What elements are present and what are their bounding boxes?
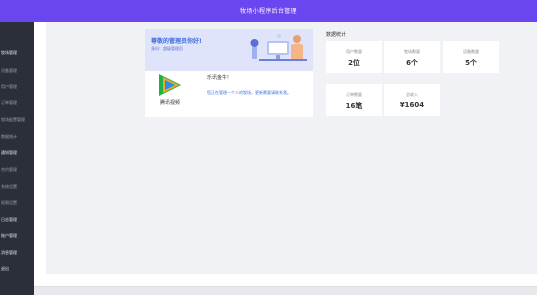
sidebar-item-6[interactable]: 通知管理 bbox=[0, 148, 34, 158]
plant-leaves bbox=[250, 39, 259, 47]
stat-value: 6个 bbox=[406, 59, 418, 67]
stat-value: 5个 bbox=[465, 59, 477, 67]
org-description: 您正在管理一个人的牧场，更新需要请联系我。 bbox=[207, 90, 291, 95]
stat-label: 用户数量 bbox=[346, 49, 362, 54]
stat-label: 设备数量 bbox=[463, 49, 479, 54]
sidebar-item-0[interactable]: 牧场管理 bbox=[0, 48, 34, 58]
welcome-banner: 尊敬的管理员你好! 身份：超级管理员 bbox=[145, 29, 313, 71]
desk-shape bbox=[259, 59, 307, 61]
sidebar-item-8[interactable]: 系统设置 bbox=[0, 182, 34, 192]
stat-card-devices[interactable]: 设备数量 5个 bbox=[443, 41, 499, 73]
stat-card-revenue[interactable]: 总收入 ¥1604 bbox=[384, 84, 440, 116]
welcome-card: 尊敬的管理员你好! 身份：超级管理员 腾讯视频 乐讯金牛! 您正在管理一个人的牧… bbox=[145, 29, 313, 117]
app-title: 牧场小程序后台管理 bbox=[240, 8, 297, 15]
bottom-bar bbox=[34, 286, 537, 295]
sidebar-item-7[interactable]: 合约管理 bbox=[0, 165, 34, 175]
stat-card-ranches[interactable]: 牧场数量 6个 bbox=[384, 41, 440, 73]
sidebar-item-1[interactable]: 设备管理 bbox=[0, 66, 34, 76]
stats-title: 数据统计 bbox=[326, 32, 347, 38]
sidebar-item-9[interactable]: 权限设置 bbox=[0, 198, 34, 208]
welcome-role: 身份：超级管理员 bbox=[151, 46, 183, 51]
stat-value: 16笔 bbox=[345, 102, 363, 110]
sidebar-item-5[interactable]: 数据统计 bbox=[0, 132, 34, 142]
top-header: 牧场小程序后台管理 bbox=[0, 0, 537, 22]
stat-card-users[interactable]: 用户数量 2位 bbox=[326, 41, 382, 73]
welcome-title: 尊敬的管理员你好! bbox=[151, 38, 202, 45]
org-name: 乐讯金牛! bbox=[207, 75, 230, 81]
sidebar-item-11[interactable]: 账户管理 bbox=[0, 231, 34, 241]
person-body bbox=[291, 43, 303, 59]
sidebar-item-2[interactable]: 用户管理 bbox=[0, 82, 34, 92]
plant-pot bbox=[252, 47, 257, 59]
logo-text: 腾讯视频 bbox=[160, 99, 180, 106]
sidebar-item-13[interactable]: 退出 bbox=[0, 264, 34, 274]
welcome-body: 腾讯视频 乐讯金牛! 您正在管理一个人的牧场，更新需要请联系我。 bbox=[145, 71, 313, 117]
sidebar-item-10[interactable]: 日志管理 bbox=[0, 215, 34, 225]
office-illustration-icon bbox=[250, 34, 307, 61]
person-head bbox=[293, 35, 301, 43]
tencent-video-logo-icon: 腾讯视频 bbox=[159, 74, 181, 106]
sidebar: 牧场管理 设备管理 用户管理 订单管理 牧场配置管理 数据统计 通知管理 合约管… bbox=[0, 22, 34, 295]
monitor-screen bbox=[269, 43, 287, 53]
stat-value: ¥1604 bbox=[399, 101, 425, 109]
stat-card-orders[interactable]: 订单数量 16笔 bbox=[326, 84, 382, 116]
sidebar-item-3[interactable]: 订单管理 bbox=[0, 98, 34, 108]
monitor-stand bbox=[276, 55, 280, 59]
sidebar-item-4[interactable]: 牧场配置管理 bbox=[0, 115, 34, 125]
stat-value: 2位 bbox=[348, 59, 360, 67]
sidebar-item-12[interactable]: 消息管理 bbox=[0, 248, 34, 258]
stat-label: 订单数量 bbox=[346, 92, 362, 97]
stat-label: 牧场数量 bbox=[404, 49, 420, 54]
lamp-shape bbox=[277, 34, 281, 38]
stat-label: 总收入 bbox=[406, 92, 418, 97]
